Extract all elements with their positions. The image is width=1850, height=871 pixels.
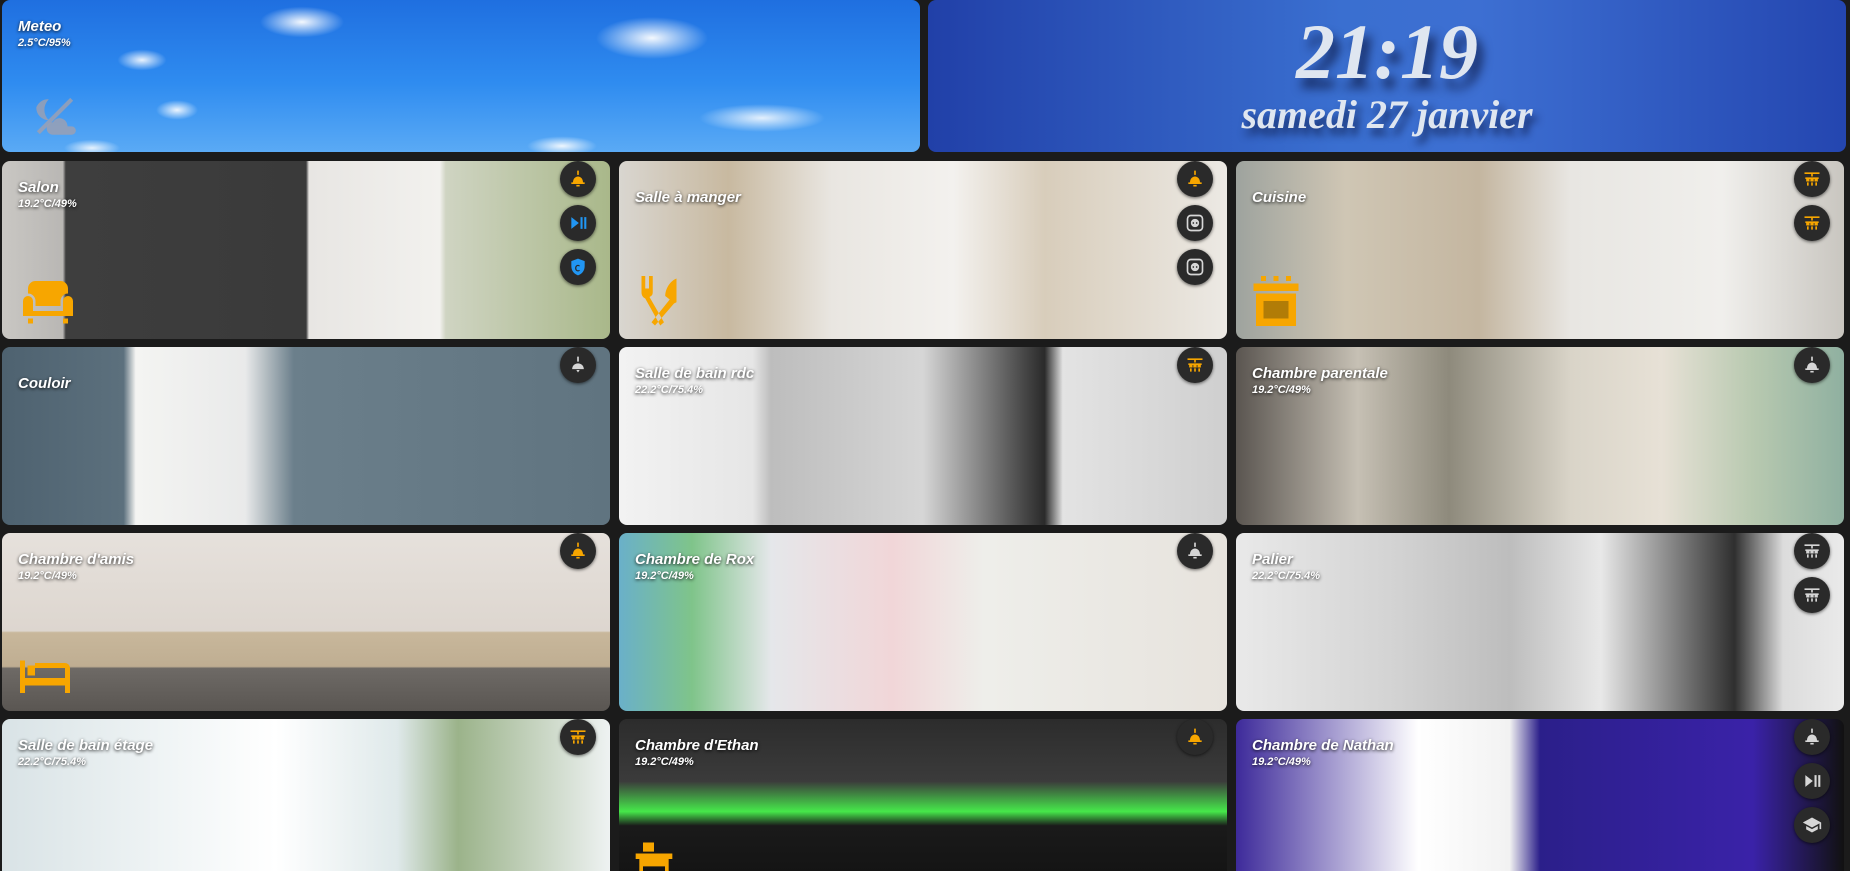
- room-label: Couloir: [18, 375, 71, 393]
- pendant-light-icon: [568, 355, 588, 375]
- ceiling-light-icon: [1802, 727, 1822, 747]
- ceiling-light-button[interactable]: [560, 161, 596, 197]
- ceiling-light-button[interactable]: [1794, 719, 1830, 755]
- play-pause-icon: [568, 213, 588, 233]
- clock-date: samedi 27 janvier: [1241, 92, 1533, 137]
- play-pause-icon: [1802, 771, 1822, 791]
- clock-card: 21:19 samedi 27 janvier: [928, 0, 1846, 152]
- ceiling-light-icon: [568, 169, 588, 189]
- room-label: Salle de bain étage 22.2°C/75.4%: [18, 737, 153, 769]
- ceiling-light-icon: [1185, 727, 1205, 747]
- room-card-chambre-nathan[interactable]: Chambre de Nathan 19.2°C/49%: [1236, 719, 1844, 871]
- room-name: Salle de bain étage: [18, 737, 154, 754]
- graduation-cap-icon: [1802, 815, 1822, 835]
- ceiling-light-button[interactable]: [560, 533, 596, 569]
- spot-lights-icon: [1802, 213, 1822, 233]
- room-name: Salle à manger: [635, 189, 741, 206]
- stove-icon: [1246, 271, 1306, 331]
- room-name: Salle de bain rdc: [635, 365, 755, 382]
- room-label: Chambre de Rox 19.2°C/49%: [635, 551, 754, 583]
- spot-lights-button[interactable]: [1794, 577, 1830, 613]
- room-name: Salon: [18, 179, 59, 196]
- room-climate: 19.2°C/49%: [635, 756, 694, 768]
- ceiling-light-icon: [1185, 169, 1205, 189]
- room-label: Cuisine: [1252, 189, 1306, 207]
- spot-lights-icon: [1802, 541, 1822, 561]
- room-label: Palier 22.2°C/75.4%: [1252, 551, 1320, 583]
- room-climate: 22.2°C/75.4%: [1252, 570, 1320, 582]
- pendant-light-button[interactable]: [560, 347, 596, 383]
- ceiling-light-button[interactable]: [1177, 161, 1213, 197]
- room-card-salle-a-manger[interactable]: Salle à manger: [619, 161, 1227, 339]
- room-climate: 19.2°C/49%: [18, 570, 77, 582]
- room-card-chambre-rox[interactable]: Chambre de Rox 19.2°C/49%: [619, 533, 1227, 711]
- room-card-palier[interactable]: Palier 22.2°C/75.4%: [1236, 533, 1844, 711]
- spot-lights-button[interactable]: [560, 719, 596, 755]
- spot-lights-button[interactable]: [1794, 161, 1830, 197]
- ceiling-light-icon: [568, 541, 588, 561]
- ceiling-light-icon: [1802, 355, 1822, 375]
- room-name: Chambre d'amis: [18, 551, 135, 568]
- media-play-pause-button[interactable]: [560, 205, 596, 241]
- room-climate: 19.2°C/49%: [1252, 384, 1311, 396]
- media-play-pause-button[interactable]: [1794, 763, 1830, 799]
- weather-label: Meteo 2.5°C/95%: [18, 18, 71, 50]
- ceiling-light-button[interactable]: [1794, 347, 1830, 383]
- room-card-salle-de-bain-rdc[interactable]: Salle de bain rdc 22.2°C/75.4%: [619, 347, 1227, 525]
- sofa-icon: [12, 271, 84, 331]
- room-card-chambre-amis[interactable]: Chambre d'amis 19.2°C/49%: [2, 533, 610, 711]
- room-climate: 22.2°C/75.4%: [635, 384, 703, 396]
- bed-icon: [12, 643, 78, 703]
- spot-lights-icon: [1802, 169, 1822, 189]
- spot-lights-button[interactable]: [1177, 347, 1213, 383]
- room-name: Cuisine: [1252, 189, 1307, 206]
- socket-button[interactable]: [1177, 205, 1213, 241]
- school-mode-button[interactable]: [1794, 807, 1830, 843]
- spot-lights-icon: [1185, 355, 1205, 375]
- weather-night-partly-cloudy-icon: [30, 86, 80, 146]
- room-name: Chambre de Rox: [635, 551, 755, 568]
- room-name: Chambre parentale: [1252, 365, 1388, 382]
- weather-value: 2.5°C/95%: [18, 37, 71, 49]
- room-name: Chambre d'Ethan: [635, 737, 759, 754]
- silverware-icon: [629, 271, 689, 331]
- room-card-salon[interactable]: Salon 19.2°C/49%: [2, 161, 610, 339]
- room-climate: 19.2°C/49%: [18, 198, 77, 210]
- room-climate: 19.2°C/49%: [635, 570, 694, 582]
- room-card-couloir[interactable]: Couloir: [2, 347, 610, 525]
- power-socket-icon: [1185, 213, 1205, 233]
- shield-icon: [568, 257, 588, 277]
- room-name: Chambre de Nathan: [1252, 737, 1394, 754]
- clock-time: 21:19: [1296, 8, 1478, 95]
- spot-lights-icon: [1802, 585, 1822, 605]
- room-name: Couloir: [18, 375, 71, 392]
- room-climate: 19.2°C/49%: [1252, 756, 1311, 768]
- room-card-chambre-ethan[interactable]: Chambre d'Ethan 19.2°C/49%: [619, 719, 1227, 871]
- spot-lights-icon: [568, 727, 588, 747]
- ceiling-light-button[interactable]: [1177, 533, 1213, 569]
- spot-lights-button[interactable]: [1794, 533, 1830, 569]
- weather-card[interactable]: Meteo 2.5°C/95%: [2, 0, 920, 152]
- spot-lights-button[interactable]: [1794, 205, 1830, 241]
- room-label: Chambre d'amis 19.2°C/49%: [18, 551, 134, 583]
- room-label: Salle à manger: [635, 189, 741, 207]
- room-label: Chambre de Nathan 19.2°C/49%: [1252, 737, 1394, 769]
- room-label: Chambre parentale 19.2°C/49%: [1252, 365, 1388, 397]
- room-label: Chambre d'Ethan 19.2°C/49%: [635, 737, 759, 769]
- weather-title: Meteo: [18, 18, 62, 35]
- ceiling-light-icon: [1185, 541, 1205, 561]
- power-socket-icon: [1185, 257, 1205, 277]
- ceiling-light-button[interactable]: [1177, 719, 1213, 755]
- alarm-shield-button[interactable]: [560, 249, 596, 285]
- room-card-cuisine[interactable]: Cuisine: [1236, 161, 1844, 339]
- desk-icon: [629, 837, 679, 871]
- room-climate: 22.2°C/75.4%: [18, 756, 86, 768]
- room-label: Salle de bain rdc 22.2°C/75.4%: [635, 365, 754, 397]
- room-card-chambre-parentale[interactable]: Chambre parentale 19.2°C/49%: [1236, 347, 1844, 525]
- room-label: Salon 19.2°C/49%: [18, 179, 77, 211]
- room-card-salle-de-bain-etage[interactable]: Salle de bain étage 22.2°C/75.4%: [2, 719, 610, 871]
- room-name: Palier: [1252, 551, 1293, 568]
- socket-button[interactable]: [1177, 249, 1213, 285]
